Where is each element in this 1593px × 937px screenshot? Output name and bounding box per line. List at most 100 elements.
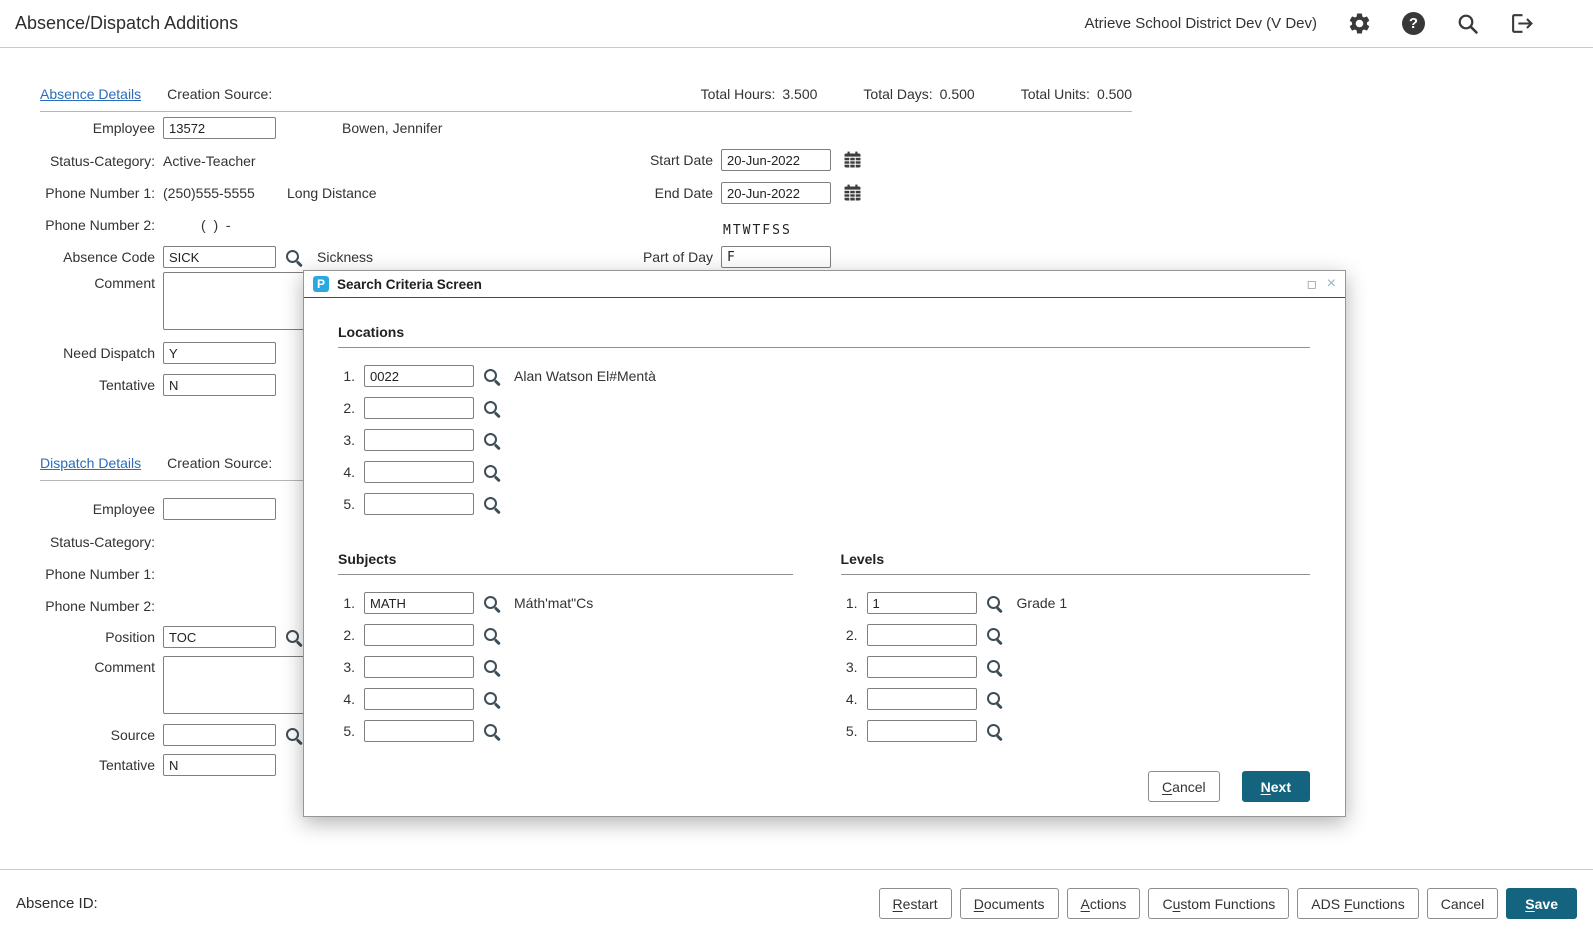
position-lookup-icon[interactable] — [284, 628, 303, 647]
dispatch-comment-row: Comment — [40, 656, 333, 714]
dispatch-status-row: Status-Category: — [40, 530, 163, 554]
subjects-section: Subjects 1. Máth'mat"Cs 2. 3. — [338, 551, 793, 752]
location-2-input[interactable] — [364, 397, 474, 419]
dispatch-details-link[interactable]: Dispatch Details — [40, 455, 141, 471]
part-of-day-input[interactable] — [721, 246, 831, 268]
subject-2-lookup-icon[interactable] — [482, 626, 501, 645]
row-number: 4. — [338, 691, 355, 707]
subject-4-lookup-icon[interactable] — [482, 690, 501, 709]
level-3-input[interactable] — [867, 656, 977, 678]
modal-cancel-button[interactable]: Cancel — [1148, 771, 1220, 802]
row-number: 2. — [841, 627, 858, 643]
absence-code-description: Sickness — [317, 249, 373, 265]
subjects-section-title: Subjects — [338, 551, 793, 575]
locations-section: Locations 1. Alan Watson El#Mentà 2. 3. — [338, 324, 1310, 525]
modal-next-button[interactable]: Next — [1242, 771, 1310, 802]
help-icon[interactable]: ? — [1402, 12, 1425, 35]
subject-5-lookup-icon[interactable] — [482, 722, 501, 741]
sign-out-icon[interactable] — [1510, 11, 1535, 36]
documents-button[interactable]: Documents — [960, 888, 1059, 919]
row-number: 5. — [338, 496, 355, 512]
save-button[interactable]: Save — [1506, 888, 1577, 919]
employee-name: Bowen, Jennifer — [342, 120, 442, 136]
settings-gear-icon[interactable] — [1347, 11, 1372, 36]
modal-title-bar[interactable]: P Search Criteria Screen ◻ × — [304, 271, 1345, 298]
start-date-input[interactable] — [721, 149, 831, 171]
end-date-row: End Date — [563, 181, 862, 205]
subject-3-lookup-icon[interactable] — [482, 658, 501, 677]
start-date-calendar-icon[interactable] — [843, 151, 862, 169]
row-number: 1. — [338, 368, 355, 384]
position-input[interactable] — [163, 626, 276, 648]
custom-functions-button[interactable]: Custom Functions — [1148, 888, 1289, 919]
position-label: Position — [40, 629, 155, 645]
subject-3-input[interactable] — [364, 656, 474, 678]
level-2-lookup-icon[interactable] — [985, 626, 1004, 645]
top-bar-right: Atrieve School District Dev (V Dev) ? — [1084, 11, 1535, 36]
top-bar: Absence/Dispatch Additions Atrieve Schoo… — [0, 0, 1593, 48]
location-2-lookup-icon[interactable] — [482, 399, 501, 418]
level-1-lookup-icon[interactable] — [985, 594, 1004, 613]
start-date-label: Start Date — [563, 152, 713, 168]
location-1-lookup-icon[interactable] — [482, 367, 501, 386]
dispatch-phone1-row: Phone Number 1: — [40, 562, 163, 586]
dispatch-employee-label: Employee — [40, 501, 155, 517]
absence-tentative-input[interactable] — [163, 374, 276, 396]
dispatch-tentative-input[interactable] — [163, 754, 276, 776]
end-date-calendar-icon[interactable] — [843, 184, 862, 202]
end-date-input[interactable] — [721, 182, 831, 204]
subject-1-input[interactable] — [364, 592, 474, 614]
subject-4-input[interactable] — [364, 688, 474, 710]
absence-employee-input[interactable] — [163, 117, 276, 139]
dispatch-employee-input[interactable] — [163, 498, 276, 520]
row-number: 2. — [338, 400, 355, 416]
close-window-icon[interactable]: × — [1327, 276, 1336, 292]
subject-row: 3. — [338, 656, 793, 678]
cancel-button[interactable]: Cancel — [1427, 888, 1499, 919]
location-3-input[interactable] — [364, 429, 474, 451]
absence-code-lookup-icon[interactable] — [284, 248, 303, 267]
part-of-day-label: Part of Day — [563, 249, 713, 265]
location-5-input[interactable] — [364, 493, 474, 515]
level-5-input[interactable] — [867, 720, 977, 742]
comment-label: Comment — [40, 275, 155, 291]
subject-1-lookup-icon[interactable] — [482, 594, 501, 613]
search-icon[interactable] — [1455, 11, 1480, 36]
ads-functions-button[interactable]: ADS Functions — [1297, 888, 1418, 919]
absence-status-row: Status-Category: Active-Teacher — [40, 149, 256, 173]
locations-section-title: Locations — [338, 324, 1310, 348]
level-4-input[interactable] — [867, 688, 977, 710]
powerschool-logo-icon: P — [313, 276, 329, 292]
absence-dispatch-page: { "colors": { "primary": "#15647f", "lin… — [0, 0, 1593, 937]
actions-button[interactable]: Actions — [1067, 888, 1141, 919]
modal-actions: Cancel Next — [338, 771, 1310, 802]
dispatch-creation-source-label: Creation Source: — [167, 455, 272, 471]
restart-button[interactable]: Restart — [879, 888, 952, 919]
location-3-lookup-icon[interactable] — [482, 431, 501, 450]
subject-5-input[interactable] — [364, 720, 474, 742]
levels-section-title: Levels — [841, 551, 1310, 575]
absence-phone1-row: Phone Number 1: (250)555-5555 Long Dista… — [40, 181, 377, 205]
end-date-label: End Date — [563, 185, 713, 201]
restore-window-icon[interactable]: ◻ — [1307, 278, 1317, 290]
location-4-input[interactable] — [364, 461, 474, 483]
absence-code-input[interactable] — [163, 246, 276, 268]
level-row: 3. — [841, 656, 1310, 678]
levels-section: Levels 1. Grade 1 2. 3. — [841, 551, 1310, 752]
source-input[interactable] — [163, 724, 276, 746]
need-dispatch-input[interactable] — [163, 342, 276, 364]
location-5-lookup-icon[interactable] — [482, 495, 501, 514]
location-4-lookup-icon[interactable] — [482, 463, 501, 482]
level-2-input[interactable] — [867, 624, 977, 646]
subject-2-input[interactable] — [364, 624, 474, 646]
absence-details-link[interactable]: Absence Details — [40, 86, 141, 102]
total-units-label: Total Units: — [1021, 86, 1090, 102]
phone2-value: ( ) - — [163, 217, 231, 233]
level-4-lookup-icon[interactable] — [985, 690, 1004, 709]
absence-creation-source-label: Creation Source: — [167, 86, 272, 102]
level-1-input[interactable] — [867, 592, 977, 614]
source-lookup-icon[interactable] — [284, 726, 303, 745]
level-3-lookup-icon[interactable] — [985, 658, 1004, 677]
location-1-input[interactable] — [364, 365, 474, 387]
level-5-lookup-icon[interactable] — [985, 722, 1004, 741]
